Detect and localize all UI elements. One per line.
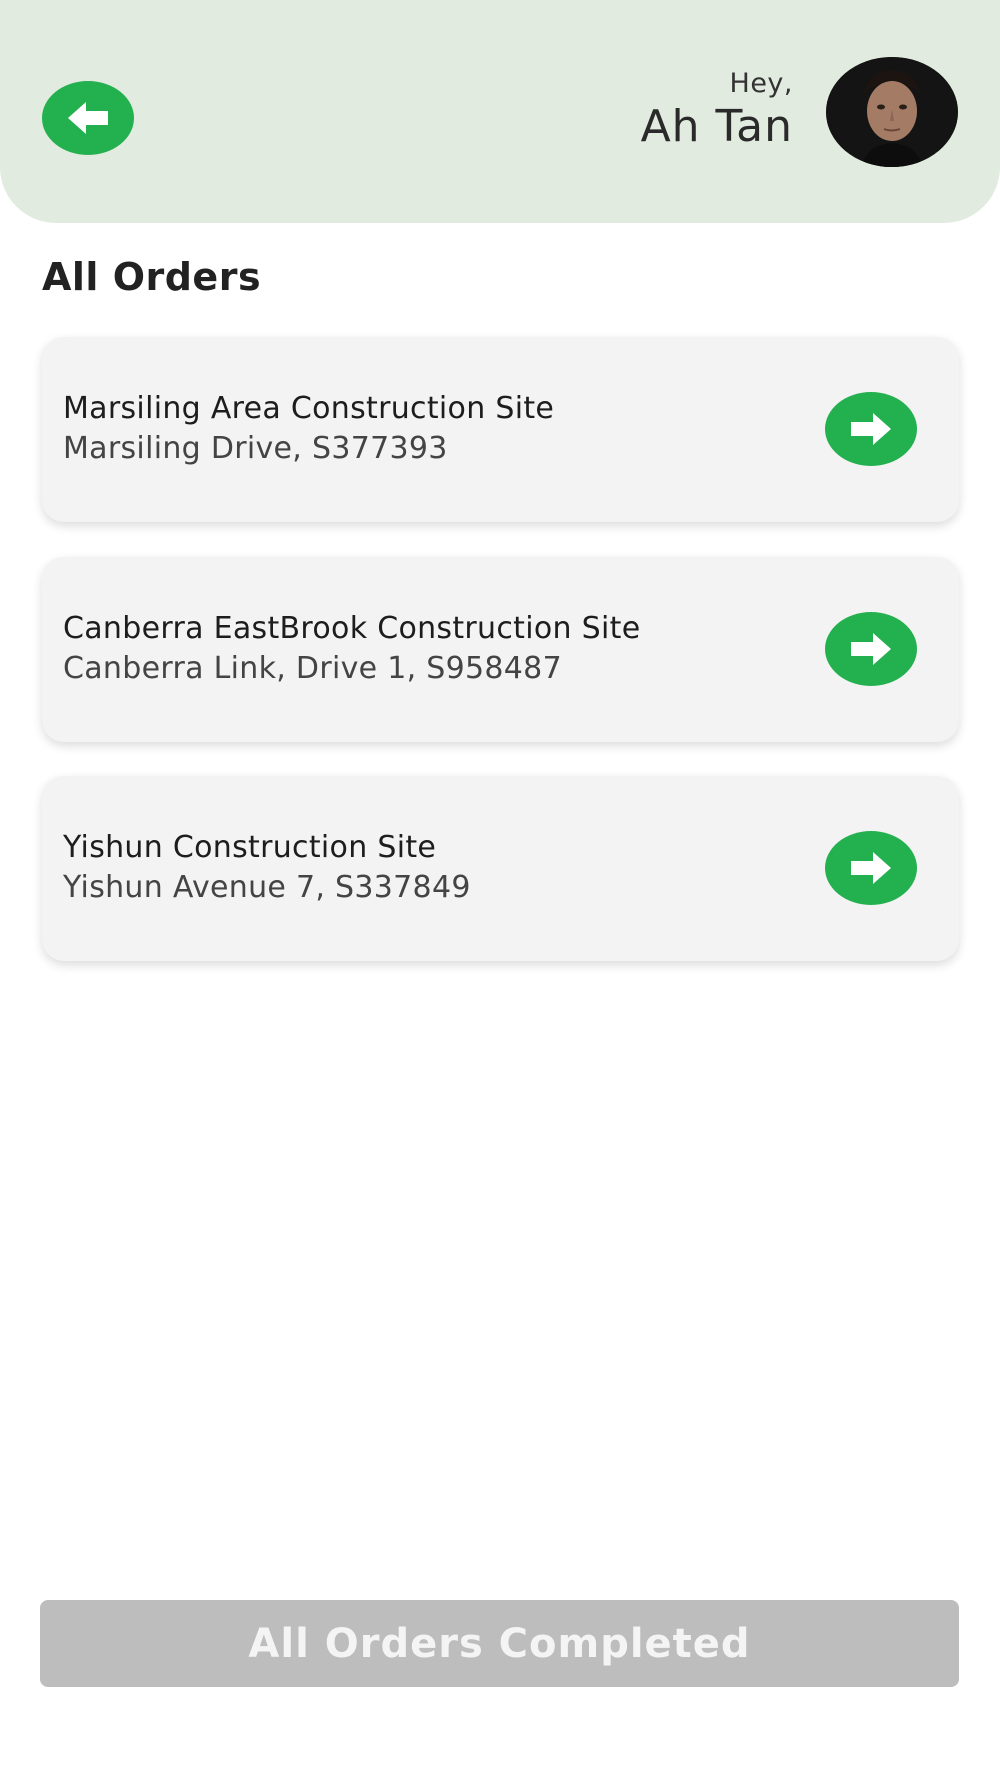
app-header: Hey, Ah Tan bbox=[0, 0, 1000, 223]
back-button[interactable] bbox=[42, 81, 134, 155]
orders-section-title: All Orders bbox=[42, 255, 262, 299]
open-order-button[interactable] bbox=[825, 392, 917, 466]
user-avatar-image bbox=[826, 57, 958, 167]
order-site-address: Yishun Avenue 7, S337849 bbox=[63, 870, 471, 905]
order-site-address: Marsiling Drive, S377393 bbox=[63, 431, 448, 466]
arrow-left-icon bbox=[68, 102, 108, 134]
order-site-name: Marsiling Area Construction Site bbox=[63, 391, 555, 426]
user-name: Ah Tan bbox=[640, 101, 793, 152]
all-orders-completed-button[interactable]: All Orders Completed bbox=[40, 1600, 959, 1687]
order-site-name: Canberra EastBrook Construction Site bbox=[63, 611, 641, 646]
open-order-button[interactable] bbox=[825, 612, 917, 686]
open-order-button[interactable] bbox=[825, 831, 917, 905]
avatar[interactable] bbox=[826, 57, 958, 167]
order-card-1[interactable]: Marsiling Area Construction Site Marsili… bbox=[42, 337, 959, 522]
greeting-text: Hey, bbox=[729, 68, 793, 99]
order-card-3[interactable]: Yishun Construction Site Yishun Avenue 7… bbox=[42, 776, 959, 961]
order-site-address: Canberra Link, Drive 1, S958487 bbox=[63, 651, 562, 686]
arrow-right-icon bbox=[851, 852, 891, 884]
order-card-2[interactable]: Canberra EastBrook Construction Site Can… bbox=[42, 557, 959, 742]
arrow-right-icon bbox=[851, 633, 891, 665]
arrow-right-icon bbox=[851, 413, 891, 445]
order-site-name: Yishun Construction Site bbox=[63, 830, 437, 865]
user-greeting: Hey, Ah Tan bbox=[641, 68, 793, 152]
